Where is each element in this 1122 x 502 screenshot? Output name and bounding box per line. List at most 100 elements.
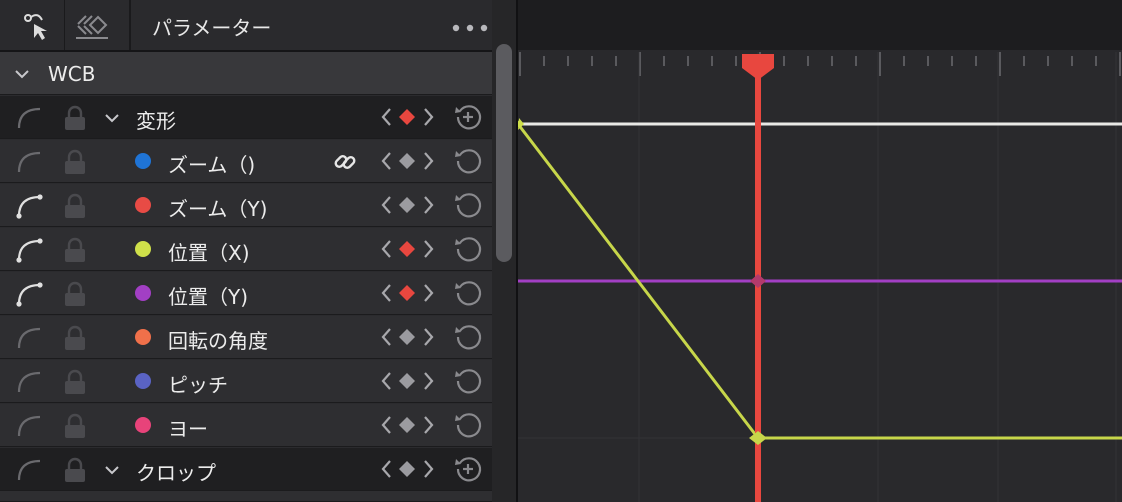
lock-icon[interactable] bbox=[63, 457, 87, 483]
chevron-down-icon[interactable] bbox=[14, 66, 30, 82]
parameter-row[interactable]: ピッチ bbox=[0, 360, 492, 403]
parameter-color-dot bbox=[135, 197, 151, 213]
previous-keyframe-icon[interactable] bbox=[380, 326, 392, 348]
lock-icon[interactable] bbox=[63, 325, 87, 351]
curve-visibility-icon[interactable] bbox=[16, 325, 44, 351]
curve-visibility-icon[interactable] bbox=[16, 369, 44, 395]
parameter-color-dot bbox=[135, 241, 151, 257]
playhead-handle[interactable] bbox=[742, 54, 774, 80]
group-row[interactable]: 変形 bbox=[0, 96, 492, 139]
keyframe-diamond-icon[interactable] bbox=[397, 283, 417, 303]
parameter-label: 位置（Y) bbox=[168, 285, 249, 309]
parameter-color-dot bbox=[135, 153, 151, 169]
parameter-row[interactable]: ズーム（Y) bbox=[0, 184, 492, 227]
parameter-row[interactable]: 位置（X) bbox=[0, 228, 492, 271]
previous-keyframe-icon[interactable] bbox=[380, 238, 392, 260]
curve-visibility-icon[interactable] bbox=[16, 105, 44, 131]
curve-visibility-icon[interactable] bbox=[16, 149, 44, 175]
chevron-down-icon[interactable] bbox=[104, 462, 120, 478]
keyframe-point[interactable] bbox=[750, 274, 766, 288]
parameter-row[interactable]: 位置（Y) bbox=[0, 272, 492, 315]
lock-icon[interactable] bbox=[63, 105, 87, 131]
lock-icon[interactable] bbox=[63, 369, 87, 395]
reset-icon[interactable] bbox=[453, 322, 483, 352]
reset-icon[interactable] bbox=[453, 234, 483, 264]
parameter-label: ヨー bbox=[168, 417, 208, 441]
parameter-label: ピッチ bbox=[168, 373, 228, 397]
previous-keyframe-icon[interactable] bbox=[380, 106, 392, 128]
previous-keyframe-icon[interactable] bbox=[380, 414, 392, 436]
reset-icon[interactable] bbox=[453, 278, 483, 308]
reset-icon[interactable] bbox=[453, 102, 483, 132]
reset-icon[interactable] bbox=[453, 190, 483, 220]
previous-keyframe-icon[interactable] bbox=[380, 194, 392, 216]
list-item bbox=[0, 491, 492, 502]
next-keyframe-icon[interactable] bbox=[423, 458, 435, 480]
keyframe-diamond-icon[interactable] bbox=[397, 195, 417, 215]
clip-name: WCB bbox=[48, 62, 96, 86]
next-keyframe-icon[interactable] bbox=[423, 370, 435, 392]
next-keyframe-icon[interactable] bbox=[423, 106, 435, 128]
group-row[interactable]: クロップ bbox=[0, 448, 492, 491]
next-keyframe-icon[interactable] bbox=[423, 282, 435, 304]
parameter-label: 位置（X) bbox=[168, 241, 250, 265]
parameter-color-dot bbox=[135, 285, 151, 301]
reset-icon[interactable] bbox=[453, 454, 483, 484]
curve-visibility-icon[interactable] bbox=[16, 281, 44, 307]
keyframe-diamond-icon[interactable] bbox=[397, 239, 417, 259]
curve-editor-graph[interactable] bbox=[518, 0, 1122, 502]
parameter-color-dot bbox=[135, 373, 151, 389]
scrollbar-thumb[interactable] bbox=[496, 44, 512, 262]
keyframe-diamond-icon[interactable] bbox=[397, 327, 417, 347]
lock-icon[interactable] bbox=[63, 237, 87, 263]
next-keyframe-icon[interactable] bbox=[423, 414, 435, 436]
parameter-row[interactable]: ズーム（) bbox=[0, 140, 492, 183]
clip-row-wcb[interactable]: WCB bbox=[0, 52, 492, 95]
parameter-color-dot bbox=[135, 329, 151, 345]
parameter-color-dot bbox=[135, 417, 151, 433]
lock-icon[interactable] bbox=[63, 281, 87, 307]
lock-icon[interactable] bbox=[63, 413, 87, 439]
previous-keyframe-icon[interactable] bbox=[380, 150, 392, 172]
curve-visibility-icon[interactable] bbox=[16, 237, 44, 263]
curve-select-icon[interactable] bbox=[20, 8, 56, 42]
timeline-ruler[interactable] bbox=[518, 0, 1122, 50]
keyframe-diamond-icon[interactable] bbox=[397, 415, 417, 435]
header-divider bbox=[64, 0, 65, 50]
parameter-row[interactable]: ヨー bbox=[0, 404, 492, 447]
keyframe-diamond-icon[interactable] bbox=[397, 107, 417, 127]
parameter-row[interactable]: 回転の角度 bbox=[0, 316, 492, 359]
more-dots-icon[interactable] bbox=[450, 24, 490, 32]
keyframe-diamonds-icon[interactable] bbox=[74, 8, 110, 42]
reset-icon[interactable] bbox=[453, 366, 483, 396]
next-keyframe-icon[interactable] bbox=[423, 326, 435, 348]
reset-icon[interactable] bbox=[453, 410, 483, 440]
link-icon[interactable] bbox=[332, 149, 358, 175]
chevron-down-icon[interactable] bbox=[104, 110, 120, 126]
previous-keyframe-icon[interactable] bbox=[380, 458, 392, 480]
panel-header: パラメーター bbox=[0, 0, 492, 52]
group-label: クロップ bbox=[136, 461, 216, 485]
next-keyframe-icon[interactable] bbox=[423, 194, 435, 216]
curve-visibility-icon[interactable] bbox=[16, 193, 44, 219]
previous-keyframe-icon[interactable] bbox=[380, 370, 392, 392]
next-keyframe-icon[interactable] bbox=[423, 238, 435, 260]
lock-icon[interactable] bbox=[63, 149, 87, 175]
keyframe-point[interactable] bbox=[749, 431, 767, 445]
keyframe-diamond-icon[interactable] bbox=[397, 371, 417, 391]
ruler-ticks bbox=[519, 52, 1121, 76]
panel-title: パラメーター bbox=[152, 16, 272, 40]
curve-visibility-icon[interactable] bbox=[16, 413, 44, 439]
previous-keyframe-icon[interactable] bbox=[380, 282, 392, 304]
parameters-panel: パラメーター WCB 変形 ズーム（) ズーム（Y) 位置（X) 位置（Y) 回転の角度ピ… bbox=[0, 0, 492, 502]
curve-graph-canvas[interactable] bbox=[518, 0, 1122, 502]
curve-visibility-icon[interactable] bbox=[16, 457, 44, 483]
lock-icon[interactable] bbox=[63, 193, 87, 219]
header-divider bbox=[129, 0, 131, 50]
parameter-label: 回転の角度 bbox=[168, 329, 268, 353]
keyframe-diamond-icon[interactable] bbox=[397, 151, 417, 171]
keyframe-diamond-icon[interactable] bbox=[397, 459, 417, 479]
parameter-label: ズーム（Y) bbox=[168, 197, 268, 221]
next-keyframe-icon[interactable] bbox=[423, 150, 435, 172]
reset-icon[interactable] bbox=[453, 146, 483, 176]
